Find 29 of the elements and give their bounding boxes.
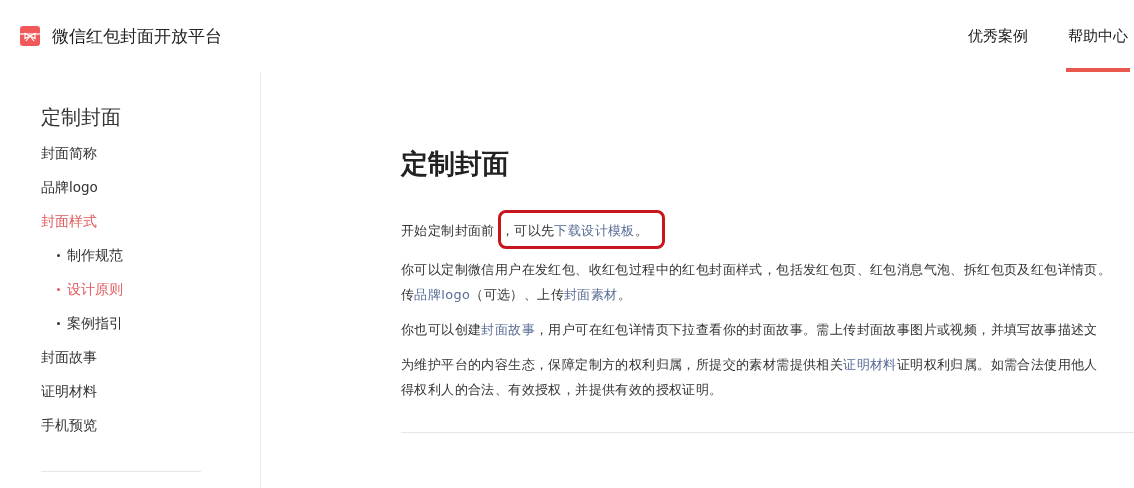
sidebar-item[interactable]: 证明材料	[41, 381, 97, 401]
sidebar-item[interactable]: 封面简称	[41, 143, 97, 163]
page-heading: 定制封面	[401, 147, 510, 181]
sidebar-subitem[interactable]: 设计原则	[41, 279, 123, 299]
logo-icon	[20, 26, 40, 46]
highlight-frame: ，可以先下载设计模板。	[497, 210, 666, 249]
site-title: 微信红包封面开放平台	[52, 24, 222, 48]
link[interactable]: 证明材料	[843, 357, 897, 372]
sidebar-title: 定制封面	[41, 104, 121, 131]
link[interactable]: 封面素材	[563, 287, 618, 302]
sidebar-item[interactable]: 封面样式	[41, 211, 97, 231]
paragraph-line: 你可以定制微信用户在发红包、收红包过程中的红包封面样式，包括发红包页、红包消息气泡、拆红包页及红包详情页。	[401, 261, 1113, 279]
sidebar-item[interactable]: 封面故事	[41, 347, 97, 367]
paragraph-line: 为维护平台的内容生态，保障定制方的权利归属，所提交的素材需提供相关证明材料证明权利归属。如需合法使用他人	[401, 356, 1099, 374]
bullet-icon	[57, 253, 60, 257]
sidebar-subitem[interactable]: 制作规范	[41, 245, 123, 265]
nav-tab[interactable]: 优秀案例	[966, 0, 1030, 72]
link[interactable]: 封面故事	[481, 322, 535, 337]
nav-tab[interactable]: 帮助中心	[1066, 0, 1130, 72]
paragraph-line: 得权利人的合法、有效授权，并提供有效的授权证明。	[401, 381, 724, 399]
paragraph-line: 你也可以创建封面故事，用户可在红包详情页下拉查看你的封面故事。需上传封面故事图片或视频，并填写故事描述文	[401, 321, 1099, 339]
sidebar-subitem[interactable]: 案例指引	[41, 313, 123, 333]
bullet-icon	[57, 321, 60, 325]
sidebar-item[interactable]: 手机预览	[41, 415, 97, 435]
link[interactable]: 下载设计模板	[554, 223, 635, 238]
link[interactable]: 品牌logo	[414, 287, 471, 302]
bullet-icon	[57, 287, 60, 291]
paragraph-line: 传品牌logo（可选）、上传封面素材。	[401, 286, 632, 304]
sidebar-item[interactable]: 品牌logo	[41, 177, 98, 197]
